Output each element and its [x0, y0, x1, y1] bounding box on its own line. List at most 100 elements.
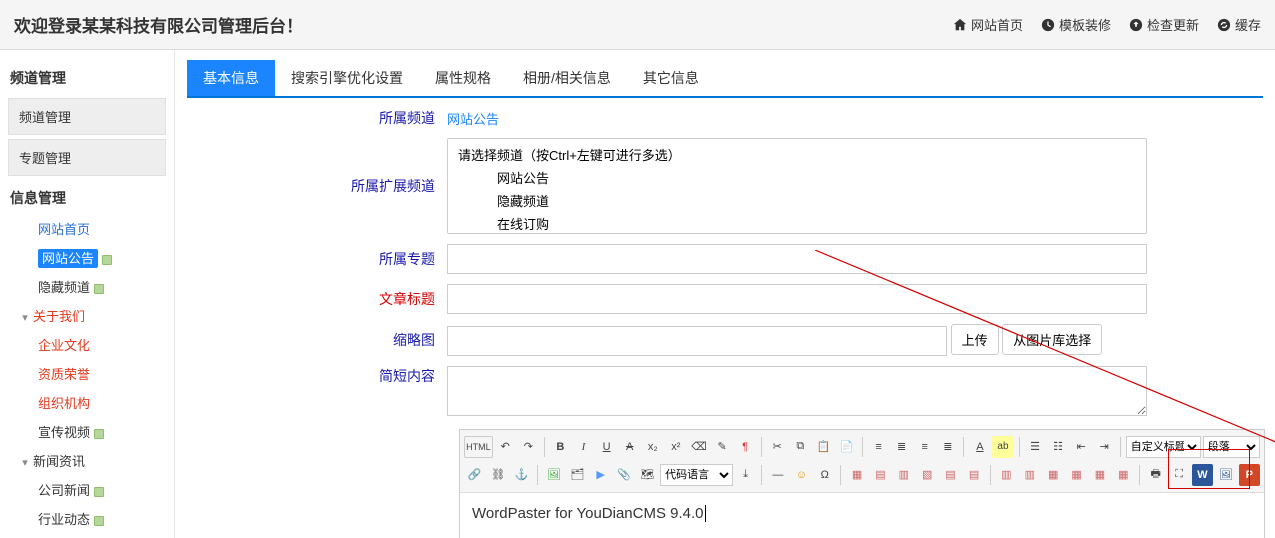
- ol-button[interactable]: ☰: [1024, 436, 1045, 458]
- upload-button[interactable]: 上传: [951, 324, 999, 355]
- header-link-home[interactable]: 网站首页: [953, 15, 1023, 34]
- row-after-button[interactable]: ▤: [963, 464, 984, 486]
- print-button[interactable]: 🖶: [1145, 464, 1166, 486]
- clear-format-button[interactable]: ⌫: [688, 436, 709, 458]
- pagebreak-button[interactable]: ⤓: [735, 464, 756, 486]
- split-cells-button[interactable]: ▦: [1066, 464, 1087, 486]
- tab-album[interactable]: 相册/相关信息: [507, 60, 627, 96]
- header-bar: 欢迎登录某某科技有限公司管理后台！ 网站首页 模板装修 检查更新 缓存: [0, 0, 1275, 50]
- link-button[interactable]: 🔗: [464, 464, 485, 486]
- topic-input[interactable]: [447, 244, 1147, 274]
- fullscreen-button[interactable]: ⛶: [1168, 464, 1189, 486]
- ext-channel-option[interactable]: 隐藏频道: [452, 189, 1142, 212]
- sidebar-btn-topic-mgmt[interactable]: 专题管理: [8, 139, 166, 176]
- anchor-button[interactable]: ⚓: [511, 464, 532, 486]
- sidebar-btn-channel-mgmt[interactable]: 频道管理: [8, 98, 166, 135]
- tree-link[interactable]: 新闻资讯: [33, 454, 85, 469]
- ul-button[interactable]: ☷: [1048, 436, 1069, 458]
- sub-button[interactable]: x₂: [642, 436, 663, 458]
- tree-link[interactable]: 行业动态: [38, 512, 90, 527]
- merge-cells-button[interactable]: ▦: [1042, 464, 1063, 486]
- align-left-button[interactable]: ≡: [868, 436, 889, 458]
- table-insert-button[interactable]: ▤: [870, 464, 891, 486]
- unlink-button[interactable]: ⛓: [487, 464, 508, 486]
- cut-button[interactable]: ✂: [767, 436, 788, 458]
- col-after-button[interactable]: ▥: [1019, 464, 1040, 486]
- editor-toolbar: HTML ↶ ↷ B I U A x₂ x² ⌫ ✎ ¶ ✂: [460, 430, 1264, 493]
- code-lang-select[interactable]: 代码语言: [660, 464, 733, 486]
- tree-link[interactable]: 组织机构: [38, 396, 90, 411]
- image-button[interactable]: 🖼: [543, 464, 564, 486]
- tree-link[interactable]: 宣传视频: [38, 425, 90, 440]
- tab-basic[interactable]: 基本信息: [187, 60, 275, 96]
- indent-button[interactable]: ⇥: [1094, 436, 1115, 458]
- hr-button[interactable]: —: [767, 464, 788, 486]
- forecolor-button[interactable]: A: [969, 436, 990, 458]
- italic-button[interactable]: I: [573, 436, 594, 458]
- tab-attr[interactable]: 属性规格: [419, 60, 507, 96]
- align-right-button[interactable]: ≡: [914, 436, 935, 458]
- attachment-button[interactable]: 📎: [613, 464, 634, 486]
- special-char-button[interactable]: Ω: [814, 464, 835, 486]
- word-import-button[interactable]: W: [1192, 464, 1213, 486]
- multi-image-button[interactable]: 🗂: [567, 464, 588, 486]
- brief-textarea[interactable]: [447, 366, 1147, 416]
- tree-twisty-icon[interactable]: ▾: [20, 456, 30, 469]
- image-paste-button[interactable]: 🖼: [1215, 464, 1236, 486]
- format-brush-button[interactable]: ✎: [712, 436, 733, 458]
- autotype-button[interactable]: ¶: [735, 436, 756, 458]
- tree-link[interactable]: 关于我们: [33, 309, 85, 324]
- undo-icon[interactable]: ↶: [495, 436, 516, 458]
- tree-twisty-icon[interactable]: ▾: [20, 311, 30, 324]
- tab-seo[interactable]: 搜索引擎优化设置: [275, 60, 419, 96]
- ext-channel-select[interactable]: 请选择频道（按Ctrl+左键可进行多选） 网站公告 隐藏频道 在线订购 关于我们…: [447, 138, 1147, 234]
- custom-title-select[interactable]: 自定义标题: [1126, 436, 1201, 458]
- table-merge-button[interactable]: ▧: [917, 464, 938, 486]
- map-button[interactable]: 🗺: [637, 464, 658, 486]
- home-icon: [953, 18, 967, 32]
- redo-icon[interactable]: ↷: [518, 436, 539, 458]
- backcolor-button[interactable]: ab: [992, 436, 1013, 458]
- bold-button[interactable]: B: [550, 436, 571, 458]
- align-center-button[interactable]: ≣: [891, 436, 912, 458]
- align-justify-button[interactable]: ≣: [937, 436, 958, 458]
- row-ext-channel: 所属扩展频道 请选择频道（按Ctrl+左键可进行多选） 网站公告 隐藏频道 在线…: [187, 138, 1263, 234]
- ext-channel-option[interactable]: 网站公告: [452, 166, 1142, 189]
- ppt-import-button[interactable]: P: [1239, 464, 1260, 486]
- header-link-template[interactable]: 模板装修: [1041, 15, 1111, 34]
- row-before-button[interactable]: ▤: [940, 464, 961, 486]
- emoji-button[interactable]: ☺: [791, 464, 812, 486]
- paste-button[interactable]: 📋: [813, 436, 834, 458]
- col-before-button[interactable]: ▥: [996, 464, 1017, 486]
- strike-button[interactable]: A: [619, 436, 640, 458]
- sup-button[interactable]: x²: [665, 436, 686, 458]
- tree-link[interactable]: 资质荣誉: [38, 367, 90, 382]
- title-input[interactable]: [447, 284, 1147, 314]
- html-source-button[interactable]: HTML: [464, 436, 493, 458]
- underline-button[interactable]: U: [596, 436, 617, 458]
- ext-channel-option[interactable]: 在线订购: [452, 212, 1142, 234]
- outdent-button[interactable]: ⇤: [1071, 436, 1092, 458]
- table-prop-button[interactable]: ▦: [1089, 464, 1110, 486]
- separator: [544, 437, 545, 457]
- tree-link[interactable]: 公司新闻: [38, 483, 90, 498]
- thumb-input[interactable]: [447, 326, 947, 356]
- table-delete-button[interactable]: ▥: [893, 464, 914, 486]
- header-link-update[interactable]: 检查更新: [1129, 15, 1199, 34]
- ext-channel-option[interactable]: 请选择频道（按Ctrl+左键可进行多选）: [452, 143, 1142, 166]
- tree-link[interactable]: 网站首页: [38, 222, 90, 237]
- video-button[interactable]: ▶: [590, 464, 611, 486]
- editor-body[interactable]: WordPaster for YouDianCMS 9.4.0: [460, 493, 1264, 538]
- tree-link[interactable]: 企业文化: [38, 338, 90, 353]
- copy-button[interactable]: ⧉: [790, 436, 811, 458]
- paste-plain-button[interactable]: 📄: [836, 436, 857, 458]
- channel-link[interactable]: 网站公告: [447, 112, 499, 127]
- cell-prop-button[interactable]: ▦: [1113, 464, 1134, 486]
- tree-link[interactable]: 隐藏频道: [38, 280, 90, 295]
- header-link-cache[interactable]: 缓存: [1217, 15, 1261, 34]
- tab-other[interactable]: 其它信息: [627, 60, 715, 96]
- tree-link[interactable]: 网站公告: [38, 249, 98, 268]
- pick-button[interactable]: 从图片库选择: [1002, 324, 1102, 355]
- paragraph-select[interactable]: 段落: [1203, 436, 1260, 458]
- table-button[interactable]: ▦: [846, 464, 867, 486]
